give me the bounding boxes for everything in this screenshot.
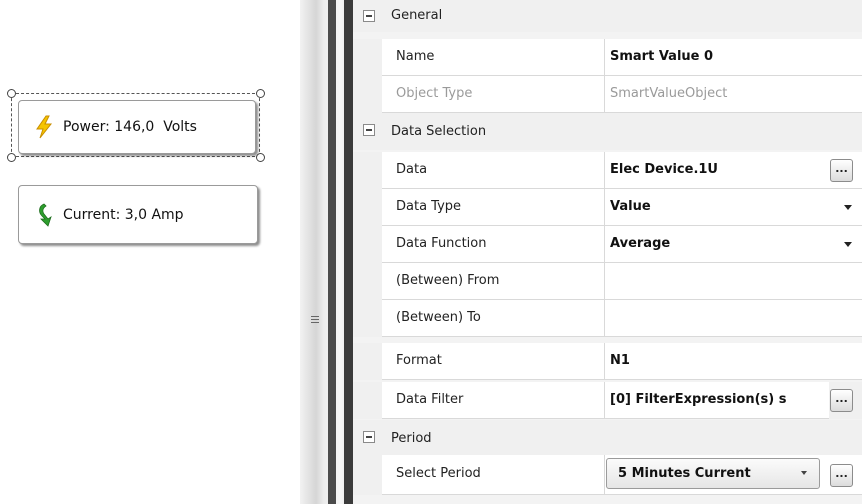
property-name-label: Data Type (382, 189, 605, 226)
collapse-toggle-icon[interactable] (363, 431, 375, 443)
category-data-selection[interactable]: Data Selection (353, 113, 862, 150)
category-label: Period (391, 431, 432, 446)
current-value-label: Current: 3,0 Amp (63, 206, 184, 223)
property-row-format[interactable]: Format N1 (353, 343, 862, 380)
property-row-data[interactable]: Data Elec Device.1U ... (353, 152, 862, 189)
collapse-toggle-icon[interactable] (363, 10, 375, 22)
chevron-down-icon (801, 471, 807, 475)
data-browse-button[interactable]: ... (830, 159, 853, 182)
dropdown-arrow-icon[interactable] (844, 242, 852, 247)
resize-handle-bottom-right[interactable] (256, 153, 265, 162)
property-row-data-type[interactable]: Data Type Value (353, 189, 862, 226)
property-value-data[interactable]: Elec Device.1U (605, 152, 862, 189)
lightning-icon (33, 115, 55, 139)
property-value-format[interactable]: N1 (605, 343, 862, 380)
property-value-name[interactable]: Smart Value 0 (605, 39, 862, 76)
property-grid: General Name Smart Value 0 Object Type S… (353, 0, 862, 504)
property-row-name[interactable]: Name Smart Value 0 (353, 39, 862, 76)
property-name-label: Data Filter (382, 382, 605, 419)
property-name-label: Name (382, 39, 605, 76)
resize-handle-top-right[interactable] (256, 89, 265, 98)
select-period-value: 5 Minutes Current (618, 466, 751, 481)
property-value-data-type[interactable]: Value (605, 189, 862, 226)
property-row-data-filter[interactable]: Data Filter [0] FilterExpression(s) s ..… (353, 382, 862, 419)
property-name-label: (Between) From (382, 263, 605, 300)
splitter-dark-edge (328, 0, 336, 504)
power-value-label: Power: 146,0 Volts (63, 119, 197, 135)
current-value-widget[interactable]: Current: 3,0 Amp (18, 185, 258, 244)
property-row-between-from[interactable]: (Between) From (353, 263, 862, 300)
splitter-grip-icon[interactable] (311, 316, 319, 325)
property-name-label: Object Type (382, 76, 605, 113)
property-name-label: Data (382, 152, 605, 189)
property-name-label: Format (382, 343, 605, 380)
resize-handle-bottom-left[interactable] (7, 153, 16, 162)
category-label: Data Selection (391, 124, 487, 139)
current-arrow-icon (33, 203, 55, 227)
splitter-dark-edge-inner (344, 0, 353, 504)
property-name-label: Select Period (382, 455, 605, 495)
data-filter-browse-button[interactable]: ... (830, 389, 853, 412)
property-value-between-to[interactable] (605, 300, 862, 337)
collapse-toggle-icon[interactable] (363, 124, 375, 136)
select-period-combobox[interactable]: 5 Minutes Current (606, 458, 820, 489)
category-general[interactable]: General (353, 0, 862, 32)
category-period[interactable]: Period (353, 420, 862, 457)
power-value-widget[interactable]: Power: 146,0 Volts (18, 100, 256, 156)
property-name-label: Data Function (382, 226, 605, 263)
property-row-between-to[interactable]: (Between) To (353, 300, 862, 337)
property-row-data-function[interactable]: Data Function Average (353, 226, 862, 263)
property-value-object-type: SmartValueObject (605, 76, 862, 113)
property-value-data-filter[interactable]: [0] FilterExpression(s) s (605, 382, 829, 419)
property-row-object-type: Object Type SmartValueObject (353, 76, 862, 113)
property-value-data-function[interactable]: Average (605, 226, 862, 263)
select-period-browse-button[interactable]: ... (830, 464, 853, 487)
resize-handle-top-left[interactable] (7, 89, 16, 98)
panel-splitter[interactable] (300, 0, 348, 504)
property-name-label: (Between) To (382, 300, 605, 337)
dropdown-arrow-icon[interactable] (844, 205, 852, 210)
property-value-between-from[interactable] (605, 263, 862, 300)
property-row-select-period[interactable]: Select Period 5 Minutes Current ... (353, 455, 862, 495)
category-label: General (391, 8, 443, 23)
